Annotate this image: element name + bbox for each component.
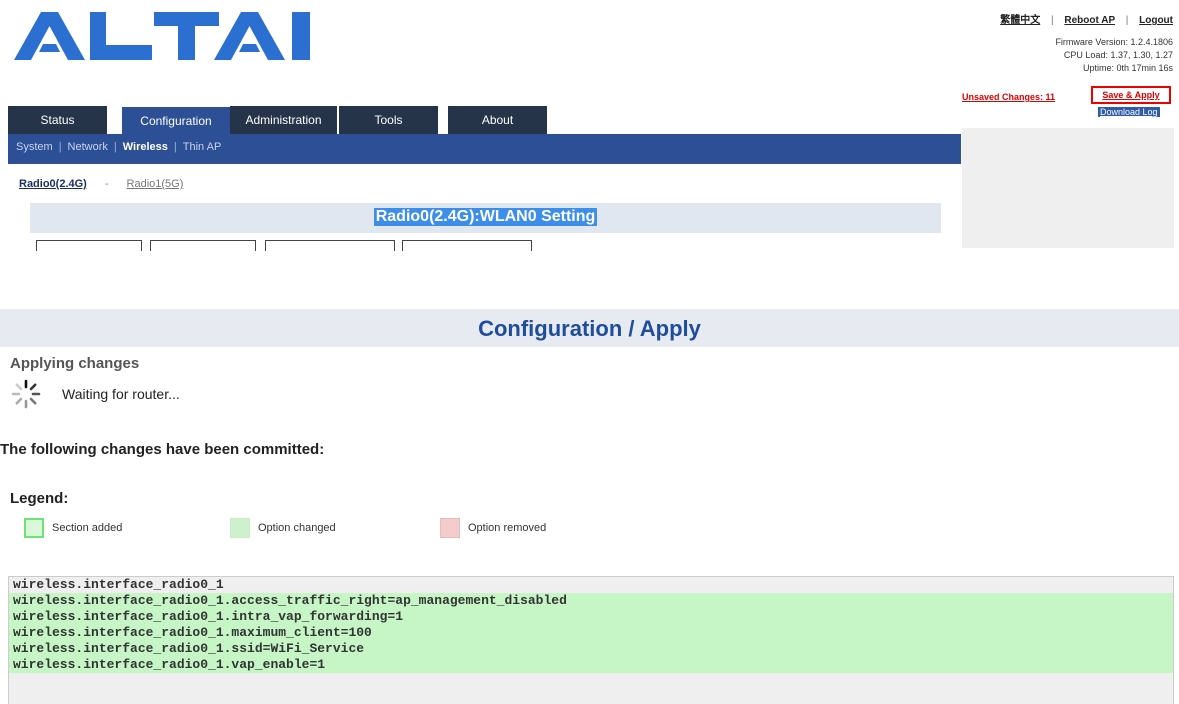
- top-links: 繁體中文 | Reboot AP | Logout: [1000, 11, 1173, 26]
- change-line: wireless.interface_radio0_1: [13, 577, 224, 592]
- subnav-thin-ap[interactable]: Thin AP: [183, 141, 222, 153]
- waiting-status: Waiting for router...: [62, 386, 180, 402]
- wlan-subtab[interactable]: [36, 240, 142, 251]
- side-panel: [962, 128, 1174, 248]
- radio0-tab[interactable]: Radio0(2.4G): [19, 178, 87, 190]
- wlan-subtab[interactable]: [150, 240, 256, 251]
- unsaved-changes-link[interactable]: Unsaved Changes: 11: [962, 92, 1055, 102]
- change-line: wireless.interface_radio0_1.vap_enable=1: [9, 657, 1173, 673]
- apply-title: Configuration / Apply: [478, 316, 701, 341]
- radio1-tab[interactable]: Radio1(5G): [127, 178, 184, 190]
- wlan-subtab[interactable]: [265, 240, 395, 251]
- legend-label-changed: Option changed: [258, 522, 336, 534]
- legend-swatch-changed: [230, 518, 250, 538]
- download-log-link[interactable]: Download Log: [1098, 107, 1160, 117]
- wlan-setting-title: Radio0(2.4G):WLAN0 Setting: [373, 208, 598, 226]
- legend-swatch-removed: [440, 518, 460, 538]
- separator: -: [104, 178, 109, 190]
- tab-tools[interactable]: Tools: [339, 106, 438, 135]
- reboot-ap-link[interactable]: Reboot AP: [1064, 15, 1115, 26]
- change-line: wireless.interface_radio0_1.ssid=WiFi_Se…: [9, 641, 1173, 657]
- committed-changes-list: wireless.interface_radio0_1 wireless.int…: [8, 576, 1174, 704]
- tab-administration[interactable]: Administration: [230, 106, 337, 135]
- radio-tabs: Radio0(2.4G) - Radio1(5G): [19, 178, 183, 190]
- firmware-version: Firmware Version: 1.2.4.1806: [1055, 37, 1173, 47]
- separator: |: [58, 141, 62, 153]
- change-line: wireless.interface_radio0_1.intra_vap_fo…: [9, 609, 1173, 625]
- logout-link[interactable]: Logout: [1139, 15, 1173, 26]
- change-line: wireless.interface_radio0_1.maximum_clie…: [9, 625, 1173, 641]
- uptime: Uptime: 0th 17min 16s: [1082, 63, 1173, 73]
- separator: |: [173, 141, 177, 153]
- altai-logo: [14, 12, 310, 60]
- tab-about[interactable]: About: [448, 106, 547, 135]
- legend-label-added: Section added: [52, 522, 123, 534]
- wlan-setting-header: Radio0(2.4G):WLAN0 Setting: [30, 203, 941, 233]
- save-apply-button[interactable]: Save & Apply: [1091, 86, 1171, 104]
- legend-swatch-added: [24, 518, 44, 538]
- tab-status[interactable]: Status: [8, 106, 107, 135]
- legend-title: Legend:: [10, 490, 69, 507]
- sub-navigation: System | Network | Wireless | Thin AP: [8, 134, 961, 164]
- tab-configuration[interactable]: Configuration: [121, 106, 231, 135]
- separator: |: [1125, 15, 1129, 26]
- change-line: wireless.interface_radio0_1.access_traff…: [9, 593, 1173, 609]
- language-link[interactable]: 繁體中文: [1000, 15, 1040, 26]
- apply-header: Configuration / Apply: [0, 309, 1179, 347]
- applying-changes-label: Applying changes: [10, 355, 140, 372]
- system-info: Firmware Version: 1.2.4.1806 CPU Load: 1…: [1055, 36, 1173, 75]
- committed-heading: The following changes have been committe…: [0, 441, 325, 458]
- separator: |: [113, 141, 117, 153]
- loading-spinner-icon: [11, 379, 41, 409]
- legend-label-removed: Option removed: [468, 522, 547, 534]
- subnav-network[interactable]: Network: [68, 141, 108, 153]
- wlan-subtab[interactable]: [402, 240, 532, 251]
- separator: |: [1051, 15, 1054, 26]
- subnav-wireless[interactable]: Wireless: [123, 141, 168, 153]
- subnav-system[interactable]: System: [8, 141, 53, 153]
- cpu-load: CPU Load: 1.37, 1.30, 1.27: [1063, 50, 1173, 60]
